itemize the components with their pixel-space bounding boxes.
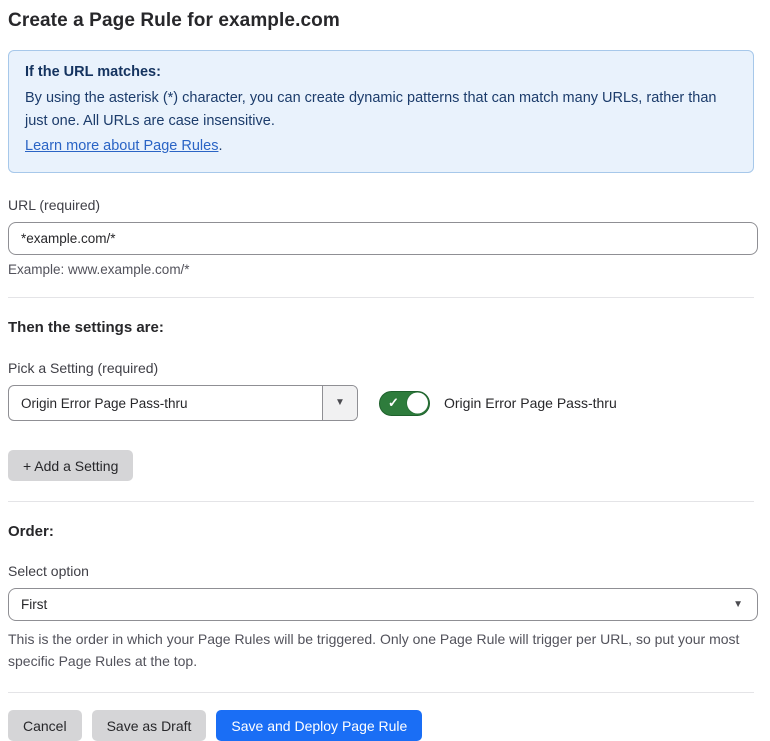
order-section-heading: Order: <box>8 523 54 540</box>
pick-setting-label: Pick a Setting (required) <box>8 360 159 376</box>
setting-dropdown-value: Origin Error Page Pass-thru <box>21 395 188 411</box>
setting-dropdown-arrow-box[interactable]: ▼ <box>322 386 357 420</box>
settings-section-heading: Then the settings are: <box>8 319 164 336</box>
setting-dropdown[interactable]: Origin Error Page Pass-thru ▼ <box>8 385 358 421</box>
divider <box>8 297 754 298</box>
save-and-deploy-button[interactable]: Save and Deploy Page Rule <box>216 710 423 741</box>
chevron-down-icon: ▼ <box>335 397 345 408</box>
link-suffix: . <box>218 138 223 154</box>
setting-toggle-on[interactable]: ✓ <box>379 390 430 416</box>
divider <box>8 692 754 693</box>
divider <box>8 501 754 502</box>
url-section: URL (required) Example: www.example.com/… <box>8 197 758 277</box>
url-input[interactable] <box>8 222 758 255</box>
order-select-label: Select option <box>8 563 89 579</box>
page-rule-form: Create a Page Rule for example.com If th… <box>0 0 762 741</box>
info-box-body: By using the asterisk (*) character, you… <box>25 90 717 129</box>
setting-toggle-label: Origin Error Page Pass-thru <box>444 395 617 411</box>
order-dropdown-value: First <box>21 597 48 612</box>
toggle-knob <box>407 392 428 414</box>
page-title: Create a Page Rule for example.com <box>8 10 340 31</box>
order-dropdown[interactable]: First ▼ <box>8 588 758 621</box>
learn-more-link[interactable]: Learn more about Page Rules <box>25 138 218 154</box>
setting-toggle-group: ✓ Origin Error Page Pass-thru <box>379 390 617 416</box>
add-setting-button[interactable]: + Add a Setting <box>8 450 134 481</box>
url-field-label: URL (required) <box>8 197 101 213</box>
info-box-heading: If the URL matches: <box>25 64 161 80</box>
footer-actions: Cancel Save as Draft Save and Deploy Pag… <box>8 710 754 741</box>
chevron-down-icon: ▼ <box>733 598 743 610</box>
setting-row: Origin Error Page Pass-thru ▼ ✓ Origin E… <box>8 385 754 421</box>
url-example-text: Example: www.example.com/* <box>8 262 190 277</box>
info-box-link-line: Learn more about Page Rules. <box>25 135 737 158</box>
url-match-info-box: If the URL matches: By using the asteris… <box>8 50 754 173</box>
save-as-draft-button[interactable]: Save as Draft <box>91 710 207 741</box>
cancel-button[interactable]: Cancel <box>8 710 82 741</box>
check-icon: ✓ <box>388 395 399 411</box>
order-help-text: This is the order in which your Page Rul… <box>8 631 740 669</box>
